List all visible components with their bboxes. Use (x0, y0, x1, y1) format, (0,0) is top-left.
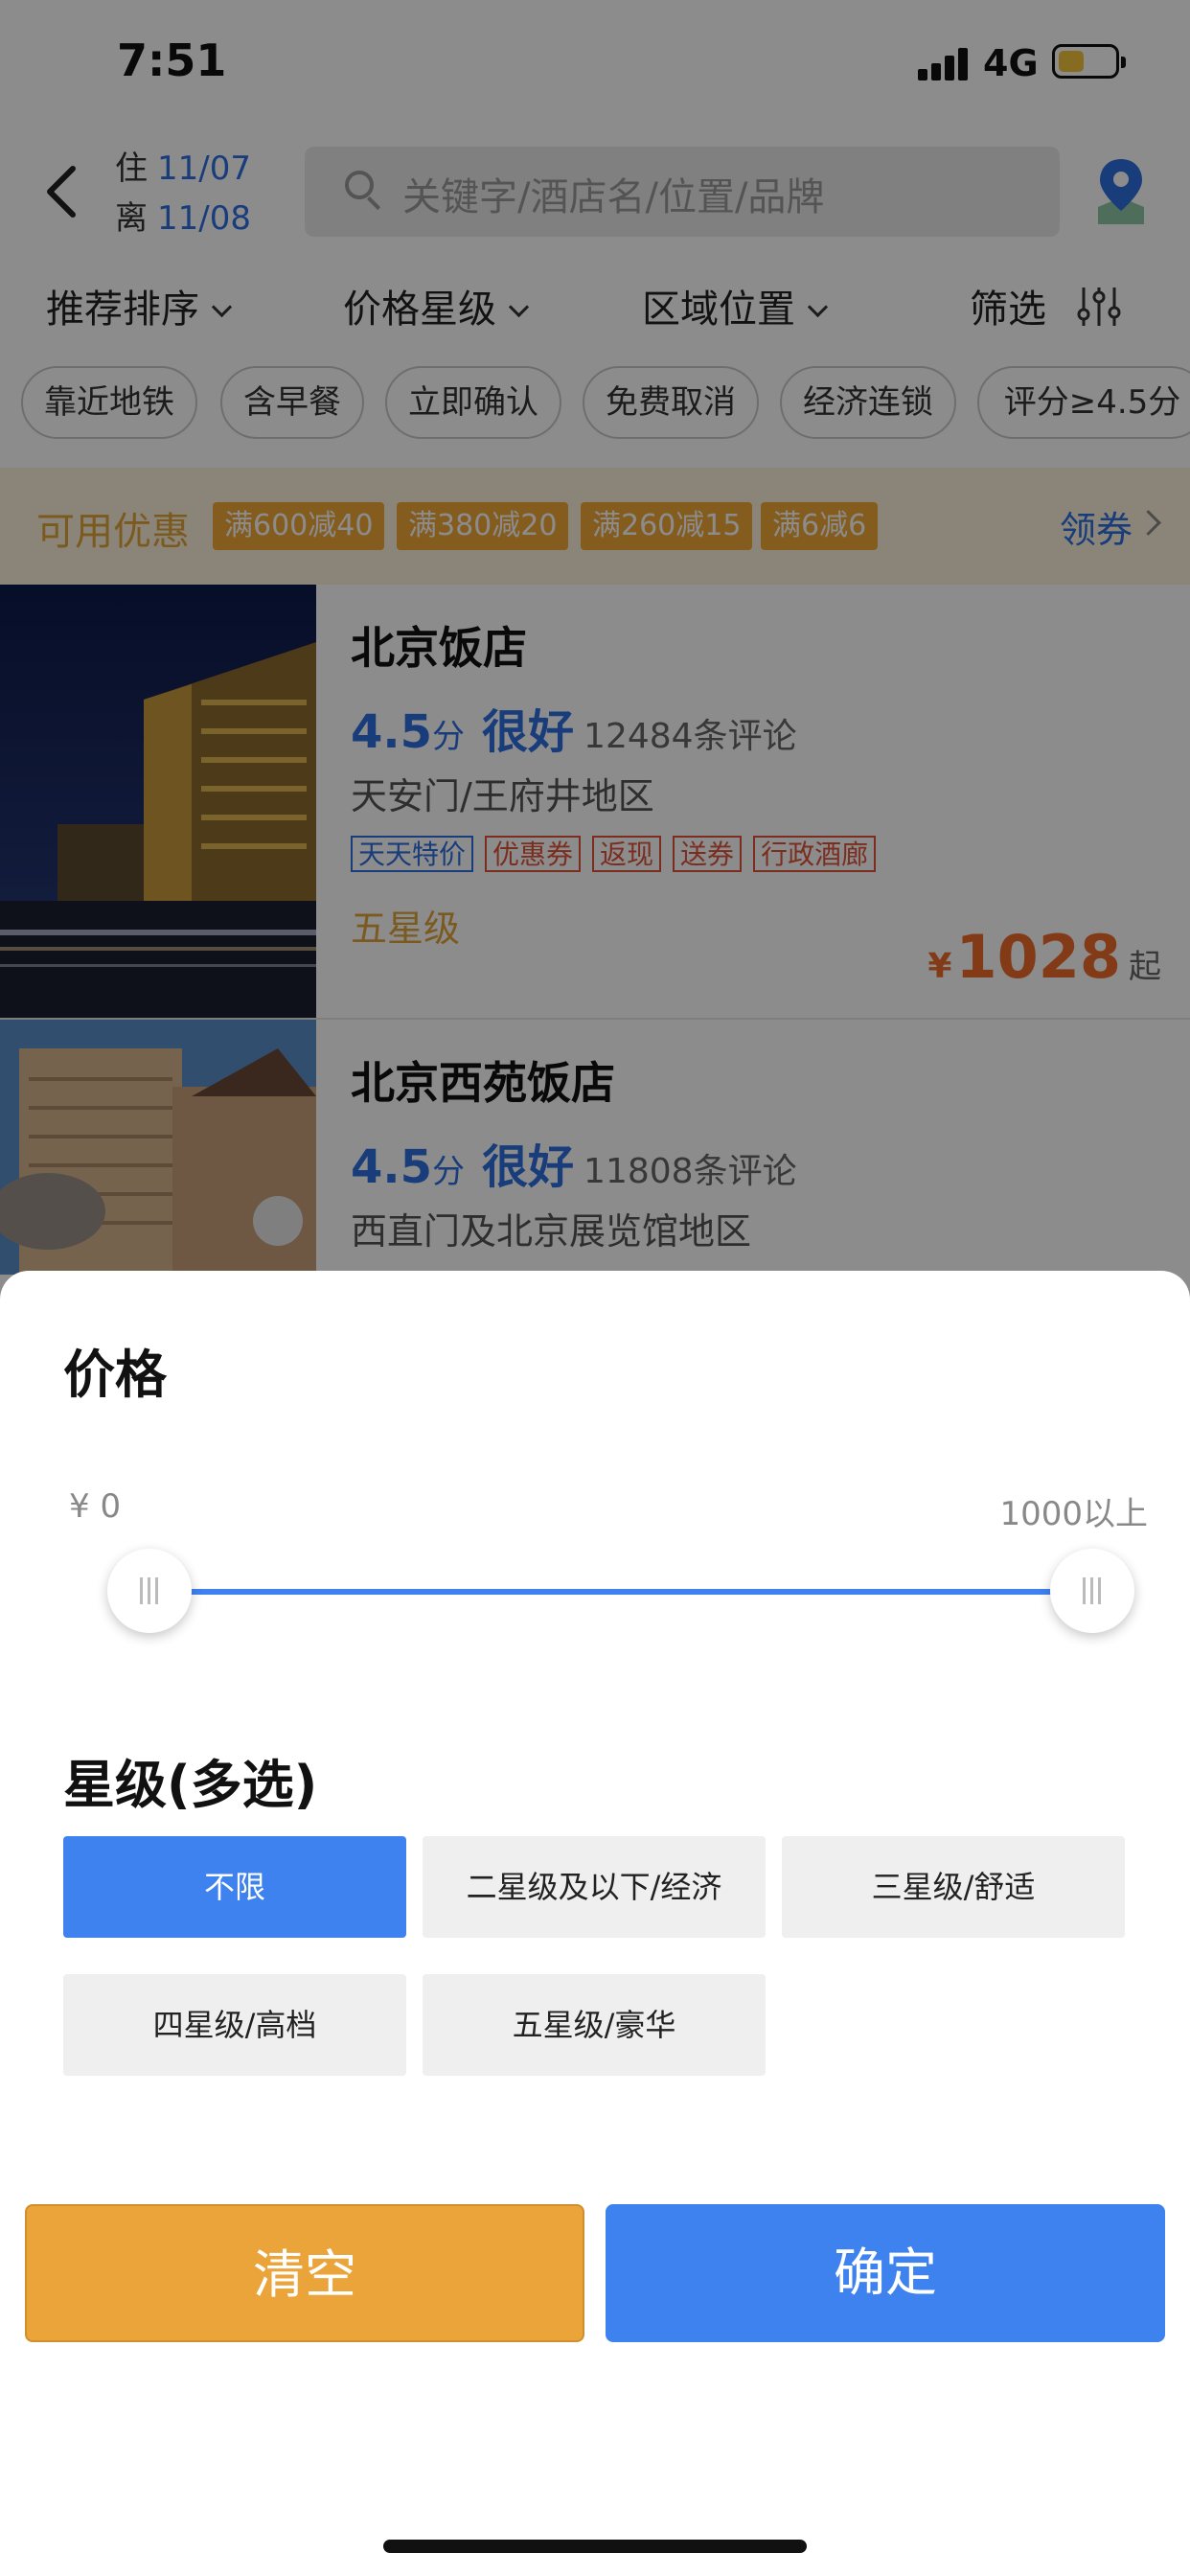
price-section-title: 价格 (63, 1345, 167, 1405)
star-option-comfort[interactable]: 三星级/舒适 (782, 1836, 1125, 1938)
price-range-track[interactable] (149, 1589, 1092, 1595)
price-min-handle[interactable] (107, 1549, 192, 1633)
price-max-label: 1000以上 (999, 1495, 1148, 1533)
grip-icon (1081, 1577, 1104, 1604)
star-option-luxury[interactable]: 五星级/豪华 (423, 1974, 766, 2076)
clear-button[interactable]: 清空 (25, 2204, 584, 2342)
home-indicator (383, 2540, 807, 2553)
price-star-filter-sheet: 价格 ¥ 0 1000以上 星级(多选) 不限 二星级及以下/经济 三星级/舒适… (0, 1271, 1190, 2576)
star-option-economy[interactable]: 二星级及以下/经济 (423, 1836, 766, 1938)
star-option-any[interactable]: 不限 (63, 1836, 406, 1938)
star-section-title: 星级(多选) (63, 1755, 318, 1815)
price-max-handle[interactable] (1050, 1549, 1134, 1633)
price-min-label: ¥ 0 (69, 1487, 122, 1526)
confirm-button[interactable]: 确定 (606, 2204, 1165, 2342)
grip-icon (138, 1577, 161, 1604)
star-option-premium[interactable]: 四星级/高档 (63, 1974, 406, 2076)
